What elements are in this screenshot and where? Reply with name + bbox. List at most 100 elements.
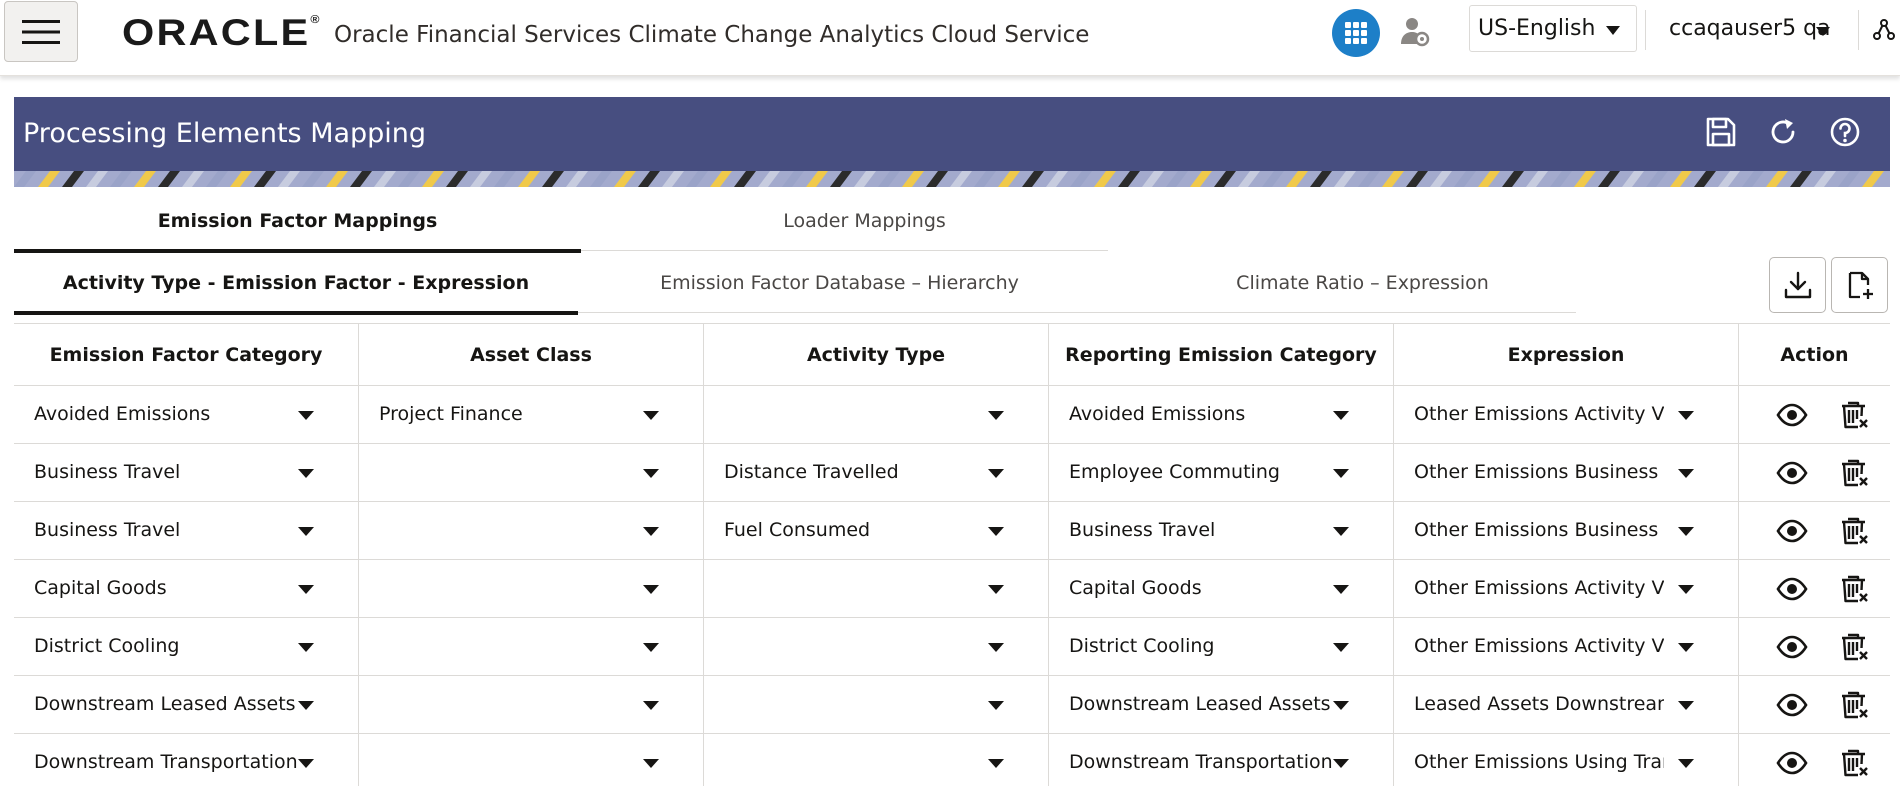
chevron-down-icon[interactable] (298, 585, 314, 594)
chevron-down-icon[interactable] (1678, 527, 1694, 536)
dropdown-cell[interactable]: District Cooling (1049, 618, 1394, 676)
user-menu[interactable]: ccaqauser5 qa (1669, 16, 1839, 46)
tab-emission-factor-mappings[interactable]: Emission Factor Mappings (14, 190, 581, 253)
chevron-down-icon[interactable] (298, 411, 314, 420)
dropdown-cell[interactable] (359, 502, 704, 560)
chevron-down-icon[interactable] (988, 527, 1004, 536)
delete-icon[interactable] (1838, 515, 1870, 547)
view-icon[interactable] (1776, 631, 1808, 663)
apps-button[interactable] (1332, 9, 1380, 57)
column-header[interactable]: Expression (1394, 324, 1739, 386)
refresh-icon[interactable] (1766, 115, 1800, 149)
chevron-down-icon[interactable] (1333, 759, 1349, 768)
add-file-button[interactable] (1831, 257, 1888, 313)
save-icon[interactable] (1704, 115, 1738, 149)
dropdown-cell[interactable] (704, 618, 1049, 676)
view-icon[interactable] (1776, 573, 1808, 605)
dropdown-cell[interactable]: Avoided Emissions (1049, 386, 1394, 444)
chevron-down-icon[interactable] (988, 585, 1004, 594)
dropdown-cell[interactable]: Fuel Consumed (704, 502, 1049, 560)
tab-loader-mappings[interactable]: Loader Mappings (581, 190, 1148, 251)
tab-emission-factor-database-hierarchy[interactable]: Emission Factor Database – Hierarchy (578, 253, 1101, 313)
download-button[interactable] (1769, 257, 1826, 313)
chevron-down-icon[interactable] (988, 643, 1004, 652)
language-select[interactable]: US-English (1469, 5, 1637, 52)
dropdown-cell[interactable]: Downstream Leased Assets (14, 676, 359, 734)
delete-icon[interactable] (1838, 689, 1870, 721)
chevron-down-icon[interactable] (1678, 411, 1694, 420)
dropdown-cell[interactable] (359, 734, 704, 786)
dropdown-cell[interactable]: Project Finance (359, 386, 704, 444)
chevron-down-icon[interactable] (988, 759, 1004, 768)
chevron-down-icon[interactable] (1678, 759, 1694, 768)
chevron-down-icon[interactable] (298, 701, 314, 710)
chevron-down-icon[interactable] (988, 469, 1004, 478)
dropdown-cell[interactable]: Other Emissions Business Travel (1394, 444, 1739, 502)
dropdown-cell[interactable]: Downstream Transportation (1049, 734, 1394, 786)
dropdown-cell[interactable]: Other Emissions Activity Value (1394, 386, 1739, 444)
column-header[interactable]: Asset Class (359, 324, 704, 386)
dropdown-cell[interactable]: Capital Goods (14, 560, 359, 618)
dropdown-cell[interactable] (359, 618, 704, 676)
chevron-down-icon[interactable] (643, 469, 659, 478)
chevron-down-icon[interactable] (1678, 469, 1694, 478)
help-icon[interactable] (1828, 115, 1862, 149)
dropdown-cell[interactable] (704, 676, 1049, 734)
dropdown-cell[interactable]: Leased Assets Downstream (1394, 676, 1739, 734)
hamburger-menu-button[interactable] (4, 1, 78, 62)
delete-icon[interactable] (1838, 573, 1870, 605)
chevron-down-icon[interactable] (1678, 585, 1694, 594)
chevron-down-icon[interactable] (988, 411, 1004, 420)
chevron-down-icon[interactable] (643, 585, 659, 594)
chevron-down-icon[interactable] (1333, 411, 1349, 420)
dropdown-cell[interactable]: Downstream Leased Assets (1049, 676, 1394, 734)
chevron-down-icon[interactable] (1333, 701, 1349, 710)
dropdown-cell[interactable] (704, 386, 1049, 444)
user-admin-icon[interactable] (1398, 16, 1430, 48)
view-icon[interactable] (1776, 457, 1808, 489)
dropdown-cell[interactable]: Business Travel (14, 444, 359, 502)
dropdown-cell[interactable]: Business Travel (1049, 502, 1394, 560)
chevron-down-icon[interactable] (988, 701, 1004, 710)
chevron-down-icon[interactable] (1333, 527, 1349, 536)
chevron-down-icon[interactable] (298, 527, 314, 536)
tab-activity-type-expression[interactable]: Activity Type - Emission Factor - Expres… (14, 253, 578, 315)
view-icon[interactable] (1776, 399, 1808, 431)
dropdown-cell[interactable] (359, 676, 704, 734)
dropdown-cell[interactable]: Other Emissions Using Transport (1394, 734, 1739, 786)
chevron-down-icon[interactable] (643, 643, 659, 652)
dropdown-cell[interactable]: Downstream Transportation (14, 734, 359, 786)
chevron-down-icon[interactable] (643, 701, 659, 710)
chevron-down-icon[interactable] (643, 411, 659, 420)
chevron-down-icon[interactable] (1333, 643, 1349, 652)
dropdown-cell[interactable]: Business Travel (14, 502, 359, 560)
chevron-down-icon[interactable] (1333, 469, 1349, 478)
chevron-down-icon[interactable] (298, 643, 314, 652)
chevron-down-icon[interactable] (1333, 585, 1349, 594)
dropdown-cell[interactable]: Other Emissions Activity Value (1394, 560, 1739, 618)
view-icon[interactable] (1776, 689, 1808, 721)
dropdown-cell[interactable]: Other Emissions Activity Value (1394, 618, 1739, 676)
delete-icon[interactable] (1838, 631, 1870, 663)
view-icon[interactable] (1776, 747, 1808, 779)
network-icon[interactable] (1872, 18, 1896, 42)
column-header[interactable]: Reporting Emission Category (1049, 324, 1394, 386)
delete-icon[interactable] (1838, 457, 1870, 489)
chevron-down-icon[interactable] (643, 759, 659, 768)
chevron-down-icon[interactable] (1678, 701, 1694, 710)
chevron-down-icon[interactable] (298, 469, 314, 478)
delete-icon[interactable] (1838, 399, 1870, 431)
dropdown-cell[interactable]: Distance Travelled (704, 444, 1049, 502)
dropdown-cell[interactable] (359, 444, 704, 502)
dropdown-cell[interactable]: District Cooling (14, 618, 359, 676)
dropdown-cell[interactable]: Other Emissions Business Travel (1394, 502, 1739, 560)
tab-climate-ratio-expression[interactable]: Climate Ratio – Expression (1101, 253, 1624, 313)
dropdown-cell[interactable]: Employee Commuting (1049, 444, 1394, 502)
chevron-down-icon[interactable] (643, 527, 659, 536)
view-icon[interactable] (1776, 515, 1808, 547)
dropdown-cell[interactable] (704, 734, 1049, 786)
chevron-down-icon[interactable] (1678, 643, 1694, 652)
column-header[interactable]: Activity Type (704, 324, 1049, 386)
dropdown-cell[interactable]: Capital Goods (1049, 560, 1394, 618)
column-header[interactable]: Emission Factor Category (14, 324, 359, 386)
